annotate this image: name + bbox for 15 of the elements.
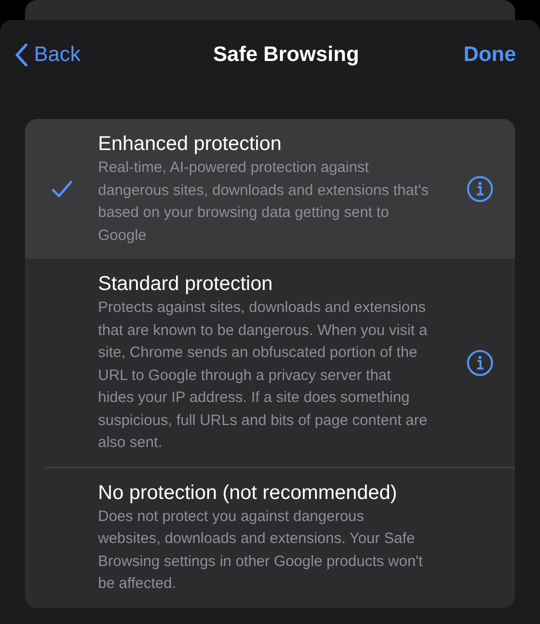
info-button[interactable] [466,348,494,377]
done-button[interactable]: Done [464,39,526,71]
option-description: Real-time, AI-powered protection against dangerous sites, downloads and extensions that's based on your browsing data getting sent to Google [98,158,430,246]
checkmark-icon [51,180,73,198]
option-title: Standard protection [98,272,274,297]
option-description: Protects against sites, downloads and extensions that are known to be dangerous. When you visit a site, Chrome sends an obfuscated portion of the URL to Google through a privacy server that hides your IP address. If a site does something suspicious, full URLs and bits of page content are also sent. [98,298,428,453]
info-button[interactable] [466,175,494,203]
back-button[interactable]: Back [14,39,81,71]
screen-title: Safe Browsing [213,42,360,68]
back-chevron-icon [14,43,28,67]
option-title: Enhanced protection [98,132,282,157]
option-title: No protection (not recommended) [98,480,398,506]
protection-option[interactable]: Enhanced protection Real-time, AI-powered protection against dangerous sites, downloads and extensions that's based on your browsing data getting sent to Google [25,119,515,259]
protection-option[interactable]: No protection (not recommended) Does not protect you against dangerous websites, downloads and extensions. Your Safe Browsing settings in other Google products won't be affected. [25,468,515,608]
option-description: Does not protect you against dangerous websites, downloads and extensions. Your Safe Browsing settings in other Google products won't be affected. [98,506,424,594]
